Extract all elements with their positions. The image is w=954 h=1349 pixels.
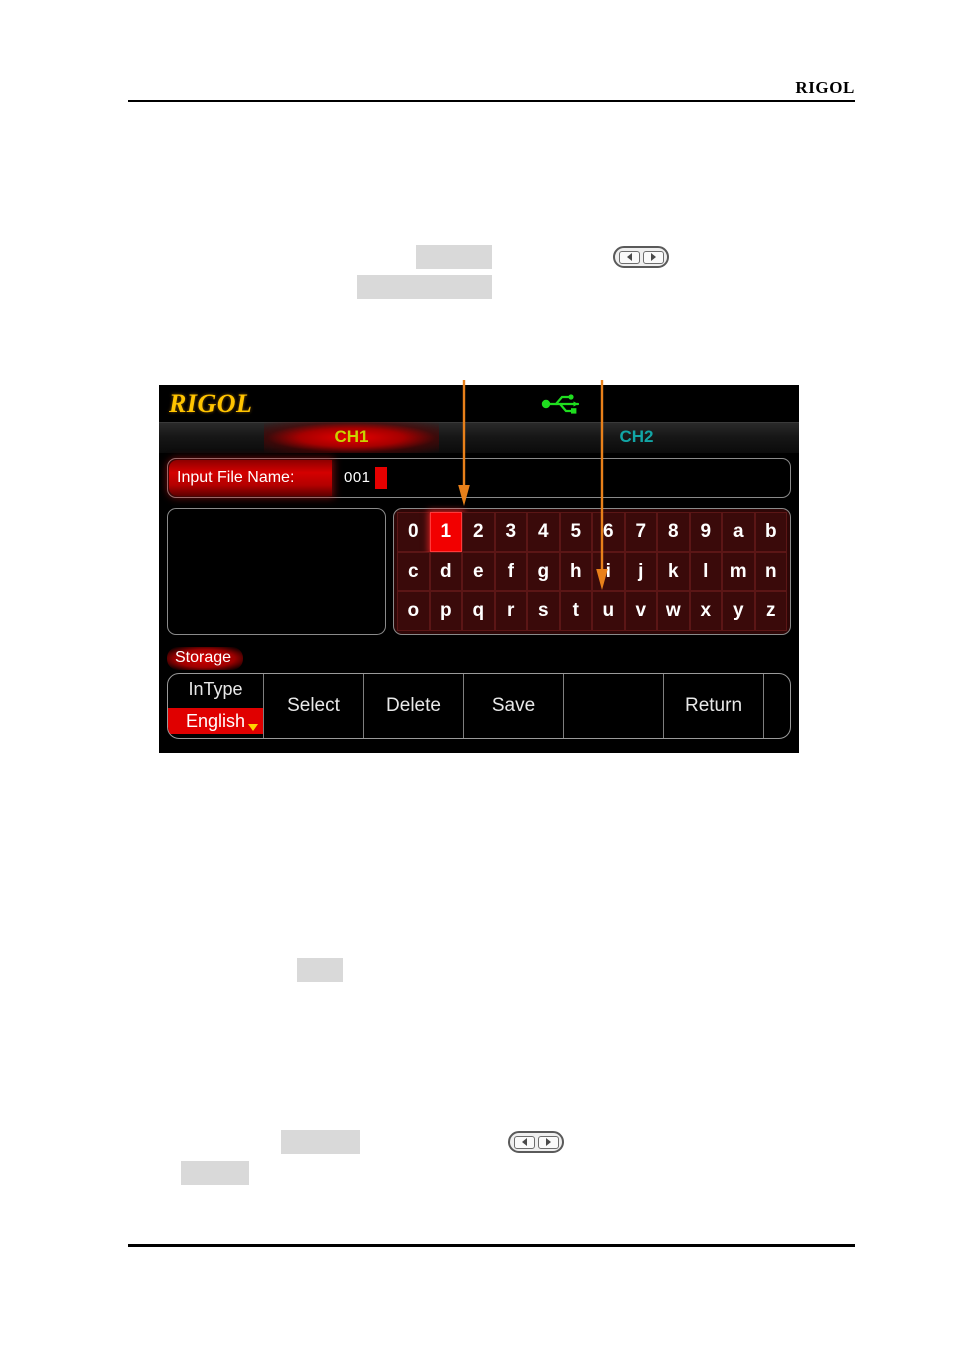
key-8[interactable]: 8 [657,512,690,552]
keyboard-row: 0 1 2 3 4 5 6 7 8 9 a b [397,512,787,552]
softkey-empty-last[interactable] [764,674,790,738]
right-arrow-icon [650,253,656,261]
key-1[interactable]: 1 [429,512,462,552]
intype-label: InType [188,679,243,699]
footer-rule [128,1244,855,1247]
softkey-intype[interactable]: InType English [168,674,264,738]
softkey-select[interactable]: Select [264,674,364,738]
keyboard-row: o p q r s t u v w x y z [397,591,787,632]
key-o[interactable]: o [397,591,430,632]
key-x[interactable]: x [689,591,722,632]
key-i[interactable]: i [592,551,625,592]
key-2[interactable]: 2 [462,512,495,552]
key-6[interactable]: 6 [592,512,625,552]
key-f[interactable]: f [494,551,527,592]
device-top-bar: RIGOL [159,385,799,422]
key-d[interactable]: d [429,551,462,592]
left-arrow-icon [626,253,632,261]
key-p[interactable]: p [429,591,462,632]
softkey-empty[interactable] [564,674,664,738]
key-l[interactable]: l [689,551,722,592]
key-a[interactable]: a [722,512,755,552]
left-arrow-icon [521,1138,527,1146]
key-3[interactable]: 3 [494,512,527,552]
key-q[interactable]: q [462,591,495,632]
key-0[interactable]: 0 [397,512,430,552]
key-b[interactable]: b [754,512,787,552]
page-header-brand: RIGOL [795,78,855,97]
key-w[interactable]: w [657,591,690,632]
file-preview-panel [167,508,386,635]
right-arrow-icon [545,1138,551,1146]
key-c[interactable]: c [397,551,430,592]
key-7[interactable]: 7 [624,512,657,552]
device-logo: RIGOL [169,389,253,418]
header-rule [128,100,855,102]
right-arrow-key-cell [537,1135,559,1149]
softkey-save[interactable]: Save [464,674,564,738]
key-j[interactable]: j [624,551,657,592]
intype-value-text: English [185,711,246,731]
input-file-name-row: Input File Name: 001 [167,458,791,498]
key-9[interactable]: 9 [689,512,722,552]
left-arrow-key-cell [513,1135,535,1149]
softkey-return[interactable]: Return [664,674,764,738]
redacted-block-upper-1 [416,245,492,269]
key-n[interactable]: n [754,551,787,592]
key-h[interactable]: h [559,551,592,592]
softkey-delete[interactable]: Delete [364,674,464,738]
key-g[interactable]: g [527,551,560,592]
channel-tab-bar: CH1 CH2 [159,422,799,454]
key-v[interactable]: v [624,591,657,632]
tab-ch2[interactable]: CH2 [549,427,724,447]
instrument-screen: RIGOL CH1 CH2 Input File Name: 001 0 1 2… [159,385,799,753]
virtual-keyboard[interactable]: 0 1 2 3 4 5 6 7 8 9 a b c d e f g h i j … [393,508,791,635]
key-t[interactable]: t [559,591,592,632]
key-k[interactable]: k [657,551,690,592]
key-z[interactable]: z [754,591,787,632]
key-4[interactable]: 4 [527,512,560,552]
key-r[interactable]: r [494,591,527,632]
input-file-name-label: Input File Name: [177,469,295,486]
arrow-keys-icon-lower [508,1131,564,1153]
key-e[interactable]: e [462,551,495,592]
input-file-name-value[interactable]: 001 [344,469,371,486]
redacted-block-lower-1 [281,1130,360,1154]
redacted-block-mid [297,958,343,982]
storage-tab[interactable]: Storage [167,647,244,670]
softkey-menu-bar: InType English Select Delete Save Return [167,673,791,739]
left-arrow-key-cell [618,250,640,264]
keyboard-row: c d e f g h i j k l m n [397,551,787,592]
key-s[interactable]: s [527,591,560,632]
intype-value[interactable]: English [168,708,263,734]
right-arrow-key-cell [642,250,664,264]
arrow-keys-icon-upper [613,246,669,268]
chevron-down-icon [248,724,258,731]
key-u[interactable]: u [592,591,625,632]
text-cursor [375,467,387,489]
redacted-block-upper-2 [357,275,492,299]
key-5[interactable]: 5 [559,512,592,552]
usb-icon [540,393,584,420]
tab-ch1[interactable]: CH1 [264,427,439,447]
input-file-name-label-pill: Input File Name: [169,460,332,496]
redacted-block-lower-2 [181,1161,249,1185]
key-y[interactable]: y [722,591,755,632]
key-m[interactable]: m [722,551,755,592]
